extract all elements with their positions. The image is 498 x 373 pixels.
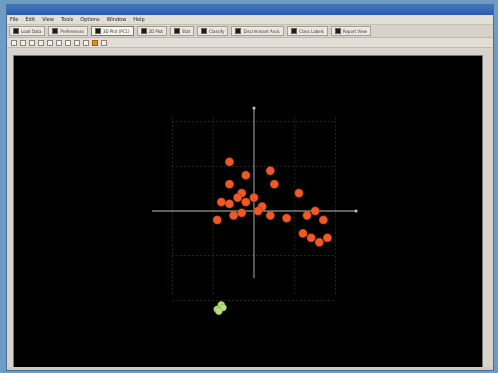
tab-label: Stat (181, 28, 191, 34)
data-point-cluster-a (322, 233, 332, 243)
tab-2d-plot[interactable]: 2D Plot (136, 26, 167, 36)
pan-icon[interactable] (38, 39, 44, 46)
data-point-cluster-a (249, 193, 259, 203)
tab-report-view[interactable]: Report View (330, 26, 371, 36)
tab-icon (201, 28, 208, 34)
tab-icon (13, 28, 19, 34)
copy-icon[interactable] (74, 39, 80, 46)
select-icon[interactable] (56, 39, 62, 46)
tab-load-data[interactable]: Load Data (9, 26, 46, 36)
tab-label: Class Labels (299, 28, 324, 34)
tab-classify[interactable]: Classify (197, 26, 229, 36)
data-point-cluster-a (282, 213, 292, 223)
data-point-cluster-a (306, 233, 316, 243)
tab-label: Preferences (60, 28, 84, 34)
label-icon[interactable] (65, 39, 71, 46)
scatter-plot-3d[interactable] (14, 56, 482, 368)
data-point-cluster-a (298, 228, 308, 238)
application-window: File Edit View Tools Options Window Help… (6, 4, 494, 371)
data-point-cluster-a (265, 166, 275, 176)
menu-options[interactable]: Options (80, 17, 99, 23)
tab-preferences[interactable]: Preferences (48, 26, 88, 36)
tab-icon (140, 28, 147, 34)
tab-icon (173, 28, 180, 34)
tab-label: 3D Plot (PC1) (102, 28, 130, 34)
menu-tools[interactable]: Tools (61, 17, 73, 23)
tab-discriminant[interactable]: Discriminant Anal. (231, 26, 285, 36)
tab-label: Discriminant Anal. (243, 28, 281, 34)
data-point-cluster-a (229, 211, 239, 220)
status-bar (7, 367, 493, 370)
tab-label: 2D Plot (148, 28, 163, 34)
tab-stat[interactable]: Stat (169, 26, 195, 36)
data-point-cluster-a (224, 199, 234, 209)
menu-window[interactable]: Window (107, 17, 127, 23)
tab-icon (291, 28, 298, 34)
color-icon[interactable] (92, 39, 98, 46)
tab-label: Classify (209, 28, 225, 34)
tab-icon (235, 28, 242, 34)
zoom-in-icon[interactable] (11, 39, 17, 46)
plot-viewport[interactable] (13, 55, 483, 369)
tab-icon (94, 28, 101, 34)
menu-bar: File Edit View Tools Options Window Help (7, 15, 493, 25)
tab-icon (334, 28, 341, 34)
tab-bar: Load Data Preferences 3D Plot (PC1) 2D P… (7, 25, 493, 38)
data-point-cluster-a (216, 197, 226, 207)
menu-file[interactable]: File (10, 17, 18, 23)
data-point-cluster-a (302, 211, 312, 220)
data-point-cluster-a (310, 206, 320, 216)
tab-class-labels[interactable]: Class Labels (287, 26, 328, 36)
title-bar[interactable] (7, 5, 493, 15)
data-point-cluster-a (224, 157, 234, 167)
menu-help[interactable]: Help (133, 17, 144, 23)
x-axis-end (354, 209, 358, 213)
menu-view[interactable]: View (42, 17, 54, 23)
data-point-cluster-a (253, 206, 263, 216)
tab-label: Load Data (21, 28, 42, 34)
rotate-icon[interactable] (29, 39, 35, 46)
tab-icon (52, 28, 59, 34)
menu-edit[interactable]: Edit (25, 17, 35, 23)
data-point-cluster-a (224, 179, 234, 189)
data-point-cluster-a (294, 188, 304, 198)
plot-toolbar (7, 38, 493, 48)
data-point-cluster-a (318, 215, 328, 225)
tab-3d-plot[interactable]: 3D Plot (PC1) (90, 26, 134, 36)
print-icon[interactable] (83, 39, 89, 46)
data-point-cluster-a (314, 237, 324, 247)
data-point-cluster-a (265, 211, 275, 220)
data-point-cluster-b (215, 307, 223, 315)
y-axis-end (252, 106, 256, 110)
zoom-out-icon[interactable] (20, 39, 26, 46)
settings-icon[interactable] (101, 39, 107, 46)
tab-label: Report View (342, 28, 367, 34)
data-point-cluster-a (269, 179, 279, 189)
data-point-cluster-a (233, 193, 243, 203)
data-point-cluster-a (241, 197, 251, 207)
data-point-cluster-a (212, 215, 222, 225)
data-point-cluster-a (241, 170, 251, 180)
data-point-cluster-a (237, 208, 247, 218)
reset-icon[interactable] (47, 39, 53, 46)
